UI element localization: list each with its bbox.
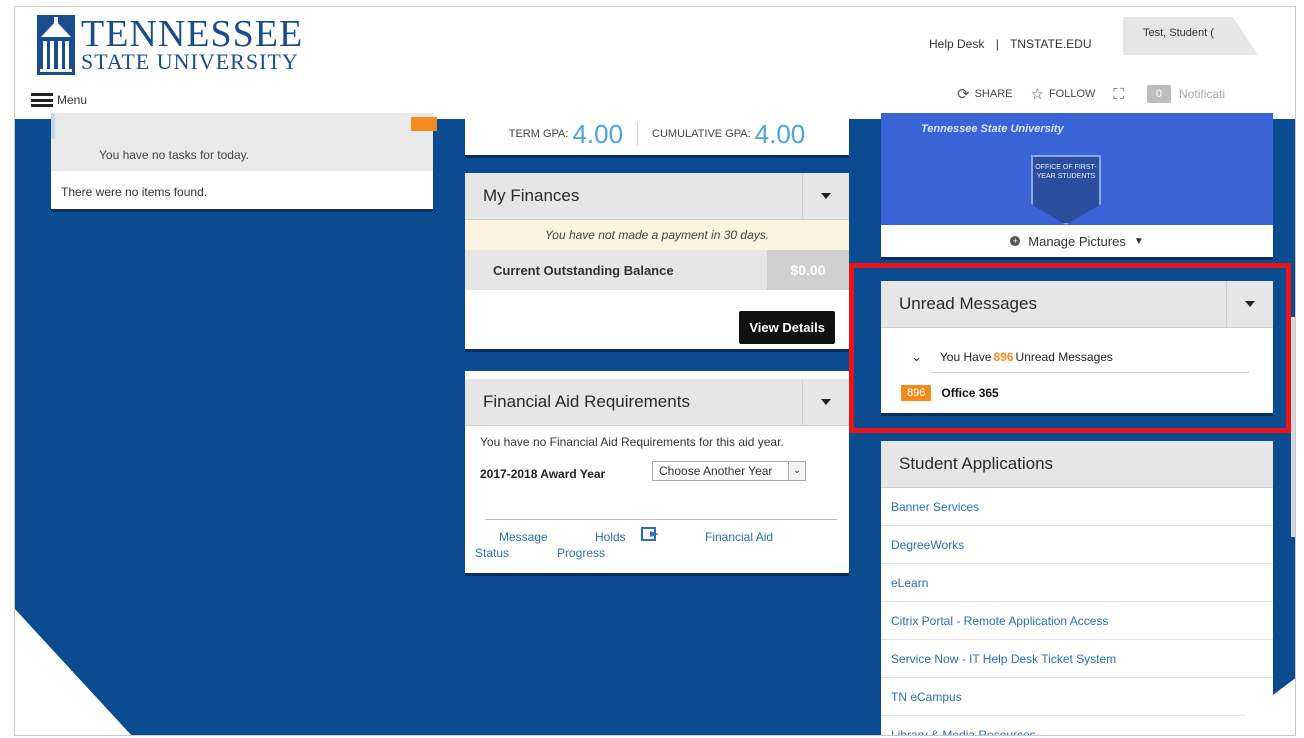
tasks-card: You have no tasks for today. There were … [51,113,437,209]
hamburger-icon [31,93,53,107]
unread-messages-header: Unread Messages [881,281,1273,328]
caret-down-icon: ▼ [1133,235,1144,247]
frame-corner [15,607,133,735]
student-applications-card: Student Applications Banner Services Deg… [881,441,1273,735]
notifications-count[interactable]: 0 [1146,85,1172,103]
unread-summary-suffix: Unread Messages [1015,350,1113,364]
app-link-service-now[interactable]: Service Now - IT Help Desk Ticket System [881,640,1273,678]
applications-list: Banner Services DegreeWorks eLearn Citri… [881,488,1273,735]
caret-down-icon [821,399,831,405]
app-link-library[interactable]: Library & Media Resources [881,716,1273,735]
first-year-badge: OFFICE OF FIRST-YEAR STUDENTS [1031,155,1101,225]
top-links: Help Desk | TNSTATE.EDU [929,37,1092,51]
divider [485,519,837,520]
finances-title: My Finances [483,186,580,205]
fullscreen-button[interactable]: ⛶ [1113,86,1129,103]
cumulative-gpa-label: CUMULATIVE GPA: [652,128,751,140]
term-gpa-value: 4.00 [572,118,624,149]
unread-summary[interactable]: ⌄ You Have 896 Unread Messages [911,349,1113,365]
no-items-message: There were no items found. [61,185,208,199]
follow-label: FOLLOW [1048,88,1096,100]
notifications-label[interactable]: Notificati [1179,87,1225,101]
financial-aid-header: Financial Aid Requirements [465,379,849,426]
share-button[interactable]: ⟳ SHARE [957,85,1012,103]
financial-aid-title: Financial Aid Requirements [483,392,690,411]
chevron-down-icon: ⌄ [911,349,922,364]
cumulative-gpa-value: 4.00 [754,118,806,149]
gpa-divider [637,122,639,146]
student-applications-title: Student Applications [899,454,1054,473]
balance-value: $0.00 [767,250,849,290]
plus-icon: + [1010,236,1021,246]
logo-wordmark: TENNESSEE STATE UNIVERSITY [81,15,303,73]
link-separator: | [995,37,999,51]
app-link-tn-ecampus[interactable]: TN eCampus [881,678,1273,716]
financial-aid-link[interactable]: Financial Aid [705,529,773,545]
gpa-card: TERM GPA: 4.00 CUMULATIVE GPA: 4.00 [465,113,849,155]
help-desk-link[interactable]: Help Desk [929,37,984,51]
status-link[interactable]: Status [475,545,509,561]
app-link-elearn[interactable]: eLearn [881,564,1273,602]
office365-count-badge: 896 [901,385,932,401]
message-link[interactable]: Message [499,529,548,545]
site-header: TENNESSEE STATE UNIVERSITY Menu Help Des… [15,7,1295,122]
logo-line-1: TENNESSEE [81,13,304,55]
no-requirements-text: You have no Financial Aid Requirements f… [480,435,784,449]
finances-card: My Finances You have not made a payment … [465,173,849,349]
pictures-card: Tennessee State University OFFICE OF FIR… [881,113,1273,257]
unread-dropdown-button[interactable] [1226,281,1273,327]
unread-summary-count: 896 [993,350,1014,364]
share-label: SHARE [974,88,1013,100]
divider [931,372,1249,373]
finances-dropdown-button[interactable] [802,173,849,219]
balance-row: Current Outstanding Balance $0.00 [465,250,849,290]
unread-messages-card: Unread Messages ⌄ You Have 896 Unread Me… [881,281,1273,413]
no-tasks-message: You have no tasks for today. [51,139,433,171]
app-link-citrix[interactable]: Citrix Portal - Remote Application Acces… [881,602,1273,640]
student-applications-header: Student Applications [881,441,1273,488]
view-details-button[interactable]: View Details [739,311,835,344]
star-icon: ☆ [1030,86,1044,103]
external-link-icon[interactable] [641,527,661,541]
share-icon: ⟳ [957,86,970,103]
aid-year-select-value: Choose Another Year [659,464,773,478]
caret-down-icon [821,193,831,199]
app-link-degreeworks[interactable]: DegreeWorks [881,526,1273,564]
page-scrollbar[interactable] [1291,317,1295,537]
financial-aid-dropdown-button[interactable] [802,379,849,425]
office365-label: Office 365 [941,386,999,400]
holds-link[interactable]: Holds [595,529,626,545]
award-year-label: 2017-2018 Award Year [480,467,606,481]
balance-label: Current Outstanding Balance [493,263,674,278]
screenshot-frame: TENNESSEE STATE UNIVERSITY Menu Help Des… [14,6,1296,736]
caret-down-icon [1245,301,1255,307]
financial-aid-card: Financial Aid Requirements You have no F… [465,371,849,573]
unread-messages-title: Unread Messages [899,294,1037,313]
aid-year-select[interactable]: Choose Another Year ⌄ [652,461,806,481]
office365-row[interactable]: 896 Office 365 [901,385,999,401]
follow-button[interactable]: ☆ FOLLOW [1030,85,1095,103]
unread-summary-prefix: You Have [939,350,992,364]
finances-header: My Finances [465,173,849,220]
fullscreen-icon: ⛶ [1113,85,1124,103]
menu-button[interactable]: Menu [31,93,87,107]
app-link-banner-services[interactable]: Banner Services [881,488,1273,526]
tnstate-link[interactable]: TNSTATE.EDU [1010,37,1092,51]
banner-text: Tennessee State University [921,123,1064,135]
page-tools: ⟳ SHARE ☆ FOLLOW ⛶ 0 Notificati [957,85,1225,103]
term-gpa-label: TERM GPA: [508,128,569,140]
payment-note: You have not made a payment in 30 days. [465,220,849,250]
tasks-header [51,113,437,139]
tasks-badge [411,117,437,131]
building-icon [37,15,75,75]
manage-pictures-label: Manage Pictures [1028,233,1126,249]
menu-label: Menu [57,93,88,107]
logo-line-2: STATE UNIVERSITY [81,49,299,74]
manage-pictures-button[interactable]: + Manage Pictures ▼ [881,225,1273,257]
progress-link[interactable]: Progress [557,545,605,561]
banner-image: Tennessee State University OFFICE OF FIR… [881,113,1273,225]
university-logo[interactable]: TENNESSEE STATE UNIVERSITY [37,15,303,75]
chevron-down-icon: ⌄ [788,462,805,480]
